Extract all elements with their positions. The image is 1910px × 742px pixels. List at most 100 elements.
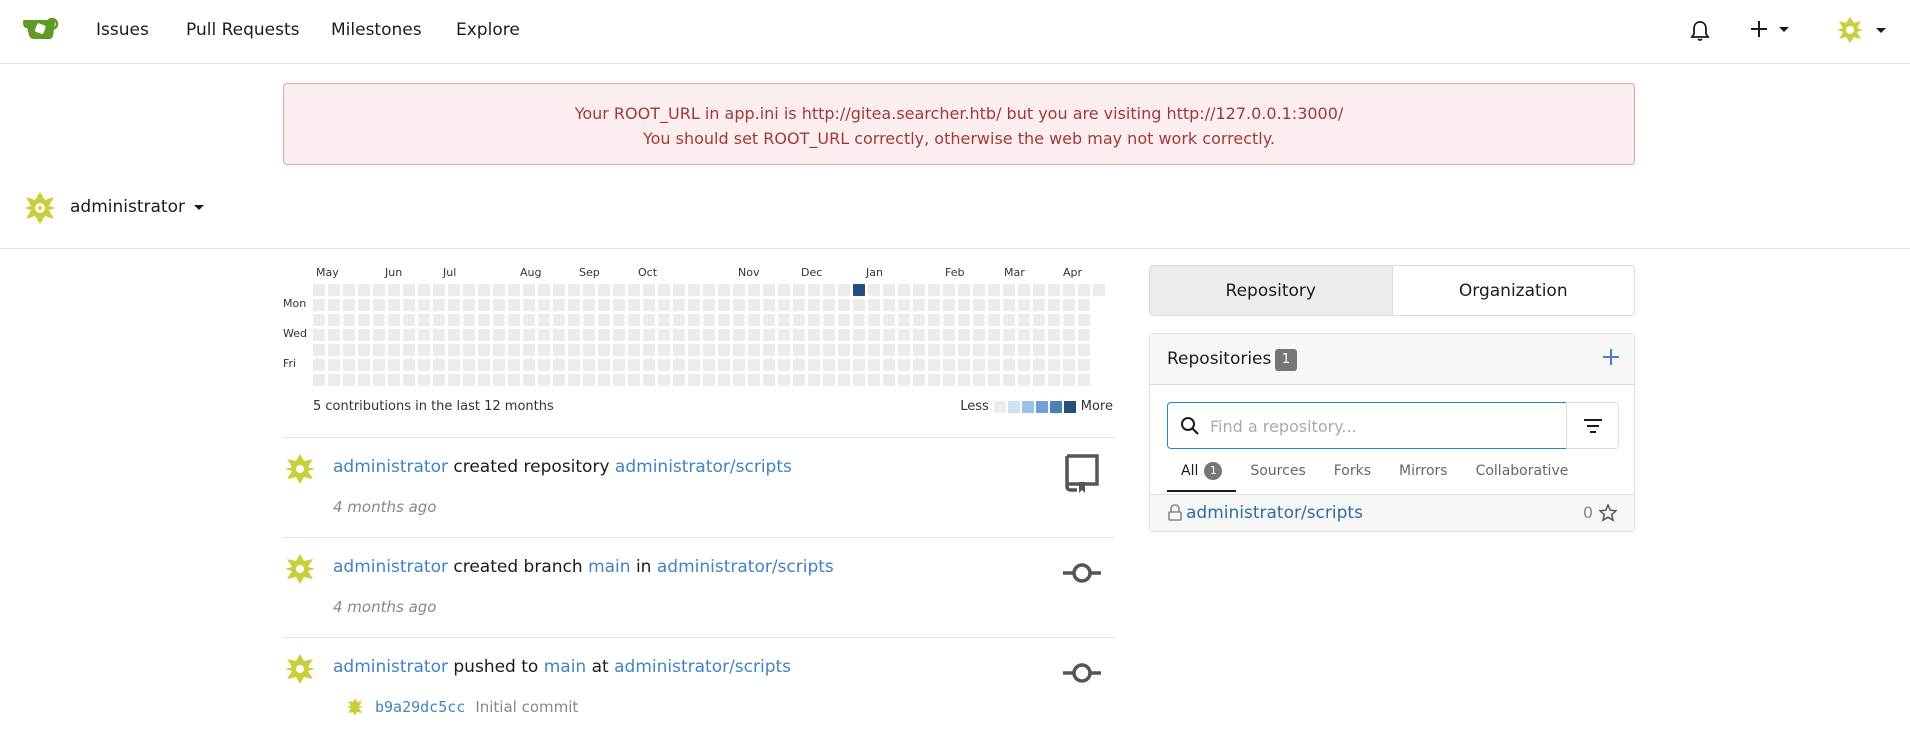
heatmap-cell[interactable] [313,344,325,356]
heatmap-cell[interactable] [733,284,745,296]
heatmap-cell[interactable] [913,284,925,296]
heatmap-cell[interactable] [1048,374,1060,386]
nav-issues[interactable]: Issues [96,20,149,40]
heatmap-cell[interactable] [1033,374,1045,386]
heatmap-cell[interactable] [808,329,820,341]
heatmap-cell[interactable] [913,329,925,341]
heatmap-cell[interactable] [943,299,955,311]
avatar[interactable] [283,452,317,486]
heatmap-cell[interactable] [823,329,835,341]
heatmap-cell[interactable] [1003,314,1015,326]
heatmap-cell[interactable] [703,284,715,296]
heatmap-cell[interactable] [658,344,670,356]
heatmap-cell[interactable] [733,314,745,326]
heatmap-cell[interactable] [958,314,970,326]
heatmap-cell[interactable] [883,284,895,296]
heatmap-cell[interactable] [433,359,445,371]
heatmap-cell[interactable] [928,374,940,386]
heatmap-cell[interactable] [703,314,715,326]
heatmap-cell[interactable] [553,299,565,311]
heatmap-cell[interactable] [883,344,895,356]
heatmap-cell[interactable] [958,374,970,386]
heatmap-cell[interactable] [568,314,580,326]
heatmap-cell[interactable] [808,374,820,386]
heatmap-cell[interactable] [778,344,790,356]
heatmap-cell[interactable] [883,299,895,311]
heatmap-cell[interactable] [958,329,970,341]
heatmap-cell[interactable] [763,359,775,371]
heatmap-cell[interactable] [553,329,565,341]
heatmap-cell[interactable] [403,314,415,326]
heatmap-cell[interactable] [343,374,355,386]
heatmap-cell[interactable] [523,314,535,326]
heatmap-cell[interactable] [373,359,385,371]
tab-organization[interactable]: Organization [1393,266,1635,315]
heatmap-cell[interactable] [628,374,640,386]
heatmap-cell[interactable] [538,359,550,371]
heatmap-cell[interactable] [478,299,490,311]
heatmap-cell[interactable] [673,344,685,356]
gitea-logo-icon[interactable] [22,14,60,42]
heatmap-cell[interactable] [328,359,340,371]
heatmap-cell[interactable] [793,344,805,356]
heatmap-cell[interactable] [313,284,325,296]
heatmap-cell[interactable] [718,284,730,296]
heatmap-cell[interactable] [823,314,835,326]
heatmap-cell[interactable] [853,344,865,356]
heatmap-cell[interactable] [1078,359,1090,371]
new-repo-button[interactable] [1602,346,1620,370]
heatmap-cell[interactable] [448,329,460,341]
heatmap-cell[interactable] [343,344,355,356]
heatmap-cell[interactable] [388,314,400,326]
heatmap-cell[interactable] [598,359,610,371]
heatmap-cell[interactable] [1033,359,1045,371]
heatmap-cell[interactable] [478,374,490,386]
repo-list-link[interactable]: administrator/scripts [1186,503,1363,523]
context-user-switcher[interactable]: administrator [70,197,205,217]
heatmap-cell[interactable] [928,299,940,311]
heatmap-cell[interactable] [433,329,445,341]
heatmap-cell[interactable] [358,329,370,341]
heatmap-cell[interactable] [523,374,535,386]
heatmap-cell[interactable] [628,359,640,371]
heatmap-cell[interactable] [658,359,670,371]
heatmap-cell[interactable] [373,284,385,296]
heatmap-cell[interactable] [853,284,865,296]
heatmap-cell[interactable] [853,374,865,386]
heatmap-cell[interactable] [868,374,880,386]
heatmap-cell[interactable] [328,299,340,311]
heatmap-cell[interactable] [1048,314,1060,326]
heatmap-cell[interactable] [508,344,520,356]
heatmap-cell[interactable] [688,374,700,386]
heatmap-cell[interactable] [493,374,505,386]
heatmap-cell[interactable] [1063,374,1075,386]
heatmap-cell[interactable] [388,374,400,386]
heatmap-cell[interactable] [1093,284,1105,296]
heatmap-cell[interactable] [418,284,430,296]
heatmap-cell[interactable] [493,344,505,356]
heatmap-cell[interactable] [343,329,355,341]
actor-link[interactable]: administrator [333,557,448,577]
heatmap-cell[interactable] [313,359,325,371]
heatmap-cell[interactable] [973,284,985,296]
heatmap-cell[interactable] [508,299,520,311]
heatmap-cell[interactable] [673,329,685,341]
heatmap-cell[interactable] [733,359,745,371]
heatmap-cell[interactable] [538,329,550,341]
heatmap-cell[interactable] [628,299,640,311]
heatmap-cell[interactable] [538,299,550,311]
heatmap-cell[interactable] [1018,299,1030,311]
heatmap-cell[interactable] [898,359,910,371]
heatmap-cell[interactable] [823,299,835,311]
heatmap-cell[interactable] [928,344,940,356]
heatmap-cell[interactable] [883,374,895,386]
heatmap-cell[interactable] [478,329,490,341]
heatmap-cell[interactable] [493,284,505,296]
heatmap-cell[interactable] [973,374,985,386]
heatmap-cell[interactable] [598,299,610,311]
heatmap-cell[interactable] [883,314,895,326]
heatmap-cell[interactable] [1033,314,1045,326]
heatmap-cell[interactable] [1048,329,1060,341]
heatmap-cell[interactable] [523,299,535,311]
heatmap-cell[interactable] [943,374,955,386]
